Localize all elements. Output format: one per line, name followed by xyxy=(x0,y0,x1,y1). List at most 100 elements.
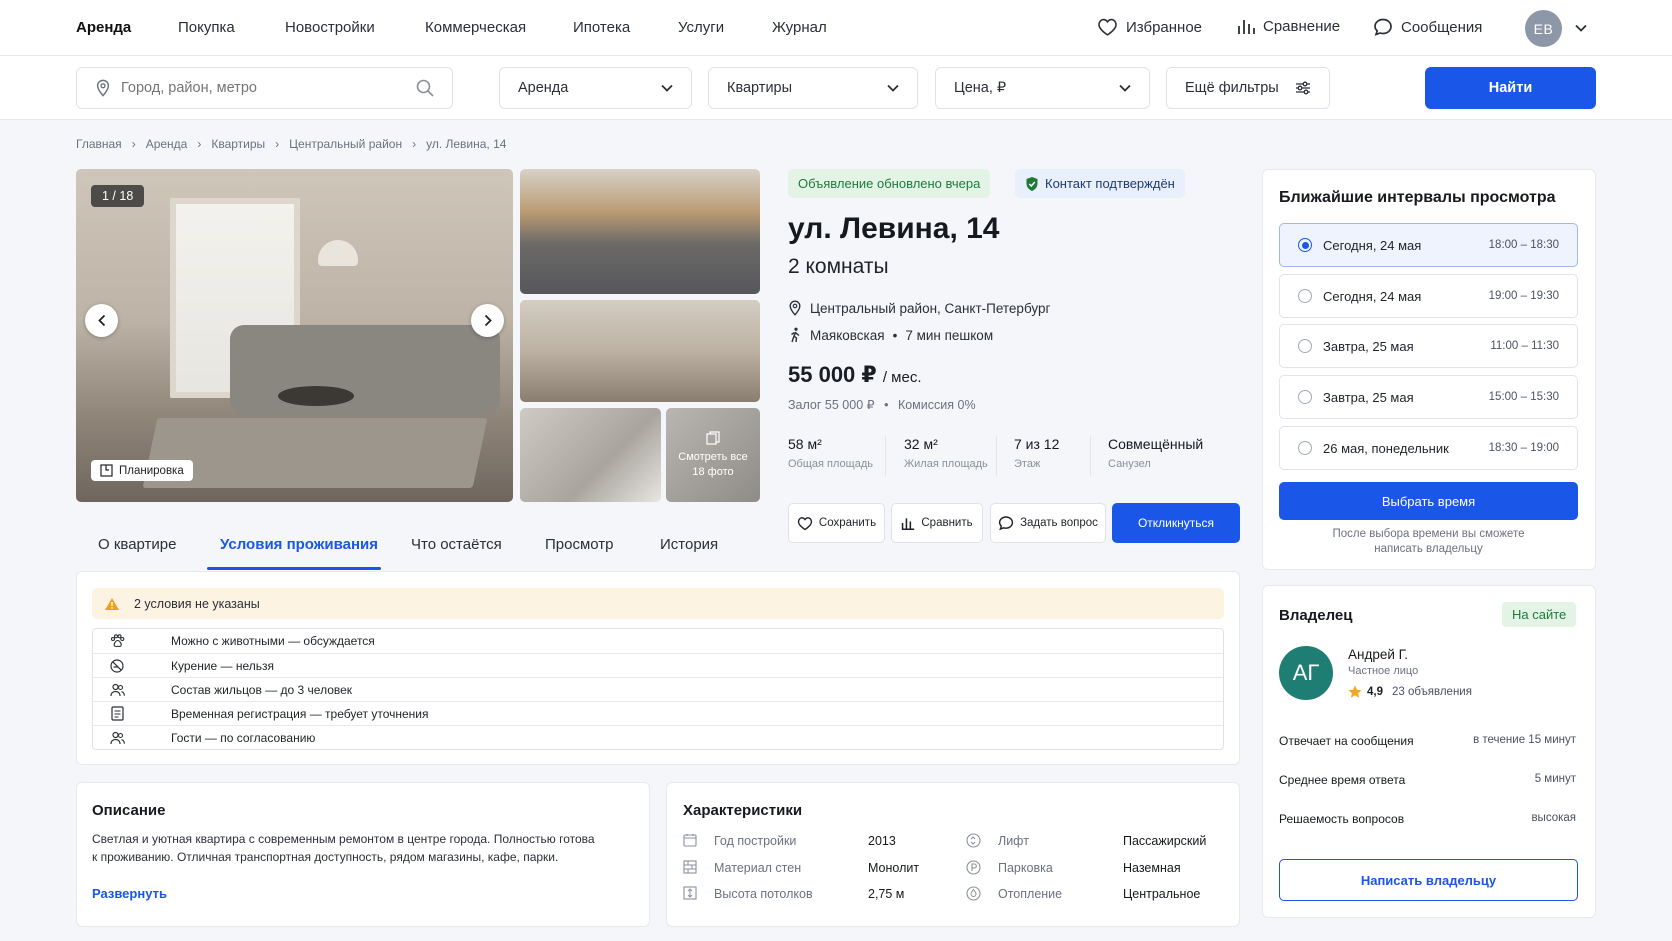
bar-chart-icon xyxy=(902,518,915,530)
search-input[interactable] xyxy=(121,80,401,96)
viewing-slot-1[interactable]: Сегодня, 24 мая 18:00 – 18:30 xyxy=(1279,223,1578,267)
owner-type: Частное лицо xyxy=(1348,665,1419,677)
respond-button[interactable]: Откликнуться xyxy=(1112,503,1240,543)
find-button[interactable]: Найти xyxy=(1425,67,1596,109)
spec-value: Совмещённый xyxy=(1108,436,1204,452)
description-line-2: к проживанию. Отличная транспортная дост… xyxy=(92,850,559,864)
compare-button[interactable]: Сравнить xyxy=(891,503,983,543)
condition-row-smoking: Курение — нельзя xyxy=(93,653,1223,677)
viewing-slot-4[interactable]: Завтра, 25 мая 15:00 – 15:30 xyxy=(1279,375,1578,419)
more-filters-button[interactable]: Ещё фильтры xyxy=(1166,67,1330,109)
nav-mortgage[interactable]: Ипотека xyxy=(573,19,630,36)
prev-photo-button[interactable] xyxy=(85,304,118,337)
stat-label: Решаемость вопросов xyxy=(1279,812,1405,826)
tab-history[interactable]: История xyxy=(660,536,718,553)
breadcrumb-rent[interactable]: Аренда xyxy=(146,137,188,151)
listing-title: ул. Левина, 14 xyxy=(788,212,1000,245)
viewing-slot-5[interactable]: 26 мая, понедельник 18:30 – 19:00 xyxy=(1279,426,1578,470)
chevron-down-icon xyxy=(661,84,673,92)
condition-text: Можно с животными — обсуждается xyxy=(171,634,375,648)
floor-plan-button[interactable]: Планировка xyxy=(91,460,193,481)
breadcrumb-current: ул. Левина, 14 xyxy=(426,137,507,151)
ads-count[interactable]: 23 объявления xyxy=(1392,686,1472,698)
description-line-1: Светлая и уютная квартира с современным … xyxy=(92,832,595,846)
price-period: / мес. xyxy=(882,369,922,386)
radio[interactable] xyxy=(1298,441,1312,455)
commission-text: Комиссия 0% xyxy=(897,398,976,412)
next-photo-button[interactable] xyxy=(471,304,504,337)
district-line: Центральный район, Санкт-Петербург xyxy=(788,300,1050,316)
nav-buy[interactable]: Покупка xyxy=(178,19,235,36)
breadcrumb-home[interactable]: Главная xyxy=(76,137,122,151)
price-select[interactable]: Цена, ₽ xyxy=(935,67,1150,109)
slot-day: Сегодня, 24 мая xyxy=(1323,288,1422,304)
stat-value: 5 минут xyxy=(1534,773,1576,785)
more-filters-label: Ещё фильтры xyxy=(1185,80,1279,96)
heart-icon xyxy=(797,516,813,530)
pick-time-button[interactable]: Выбрать время xyxy=(1279,482,1578,520)
nav-commercial[interactable]: Коммерческая xyxy=(425,19,526,36)
breadcrumb-separator: › xyxy=(131,137,136,151)
thumb-kitchen[interactable] xyxy=(520,169,760,294)
thumb-bathroom[interactable] xyxy=(520,408,661,502)
owner-avatar[interactable]: АГ xyxy=(1279,646,1333,700)
search-field[interactable] xyxy=(76,67,453,109)
viewing-slot-3[interactable]: Завтра, 25 мая 11:00 – 11:30 xyxy=(1279,324,1578,368)
deal-type-select[interactable]: Аренда xyxy=(499,67,692,109)
favorites-link[interactable]: Избранное xyxy=(1097,17,1202,37)
char-label: Парковка xyxy=(998,861,1053,875)
compare-link[interactable]: Сравнение xyxy=(1237,17,1340,35)
description-title: Описание xyxy=(92,802,166,819)
ask-question-button[interactable]: Задать вопрос xyxy=(990,503,1106,543)
compare-label: Сравнить xyxy=(921,517,973,529)
owner-title: Владелец xyxy=(1279,607,1353,624)
chat-bubble-icon xyxy=(998,516,1014,531)
active-tab-indicator xyxy=(207,567,381,570)
radio-selected[interactable] xyxy=(1298,238,1312,252)
slot-day: Завтра, 25 мая xyxy=(1323,389,1414,405)
save-label: Сохранить xyxy=(818,517,877,529)
tab-viewing[interactable]: Просмотр xyxy=(545,536,614,553)
ask-label: Задать вопрос xyxy=(1020,517,1098,529)
sliders-icon xyxy=(1296,81,1310,95)
divider xyxy=(885,436,886,476)
owner-name[interactable]: Андрей Г. xyxy=(1348,647,1408,662)
nav-services[interactable]: Услуги xyxy=(678,19,724,36)
slot-time: 19:00 – 19:30 xyxy=(1488,290,1559,302)
warning-text: 2 условия не указаны xyxy=(134,596,260,611)
property-type-select[interactable]: Квартиры xyxy=(708,67,918,109)
messages-link[interactable]: Сообщения xyxy=(1373,17,1482,37)
expand-link[interactable]: Развернуть xyxy=(92,886,167,901)
nav-new-buildings[interactable]: Новостройки xyxy=(285,19,375,36)
radio[interactable] xyxy=(1298,390,1312,404)
guests-icon xyxy=(93,731,141,745)
radio[interactable] xyxy=(1298,289,1312,303)
char-value: Пассажирский xyxy=(1123,834,1207,848)
spec-value: 7 из 12 xyxy=(1014,436,1060,452)
user-avatar[interactable]: ЕВ xyxy=(1525,10,1562,47)
search-icon[interactable] xyxy=(416,79,434,97)
nav-journal[interactable]: Журнал xyxy=(772,19,827,36)
tab-what-remains[interactable]: Что остаётся xyxy=(411,536,502,553)
tab-about[interactable]: О квартире xyxy=(98,536,177,553)
breadcrumb-district[interactable]: Центральный район xyxy=(289,137,402,151)
radio[interactable] xyxy=(1298,339,1312,353)
condition-row-registration: Временная регистрация — требует уточнени… xyxy=(93,701,1223,725)
char-label: Год постройки xyxy=(714,834,797,848)
char-value: Наземная xyxy=(1123,861,1181,875)
view-all-photos-button[interactable]: Смотреть все 18 фото xyxy=(666,408,760,502)
write-owner-button[interactable]: Написать владельцу xyxy=(1279,859,1578,901)
thumb-bedroom[interactable] xyxy=(520,300,760,402)
tab-conditions[interactable]: Условия проживания xyxy=(220,536,378,553)
chevron-down-icon[interactable] xyxy=(1575,23,1587,33)
chevron-down-icon xyxy=(1119,84,1131,92)
breadcrumb-apartments[interactable]: Квартиры xyxy=(211,137,265,151)
spec-label: Санузел xyxy=(1108,458,1151,470)
location-pin-icon xyxy=(96,79,110,97)
nav-rent[interactable]: Аренда xyxy=(76,19,131,36)
compare-label: Сравнение xyxy=(1263,17,1341,35)
viewing-slot-2[interactable]: Сегодня, 24 мая 19:00 – 19:30 xyxy=(1279,274,1578,318)
save-button[interactable]: Сохранить xyxy=(788,503,885,543)
parking-icon xyxy=(966,860,981,875)
heating-icon xyxy=(966,886,981,901)
